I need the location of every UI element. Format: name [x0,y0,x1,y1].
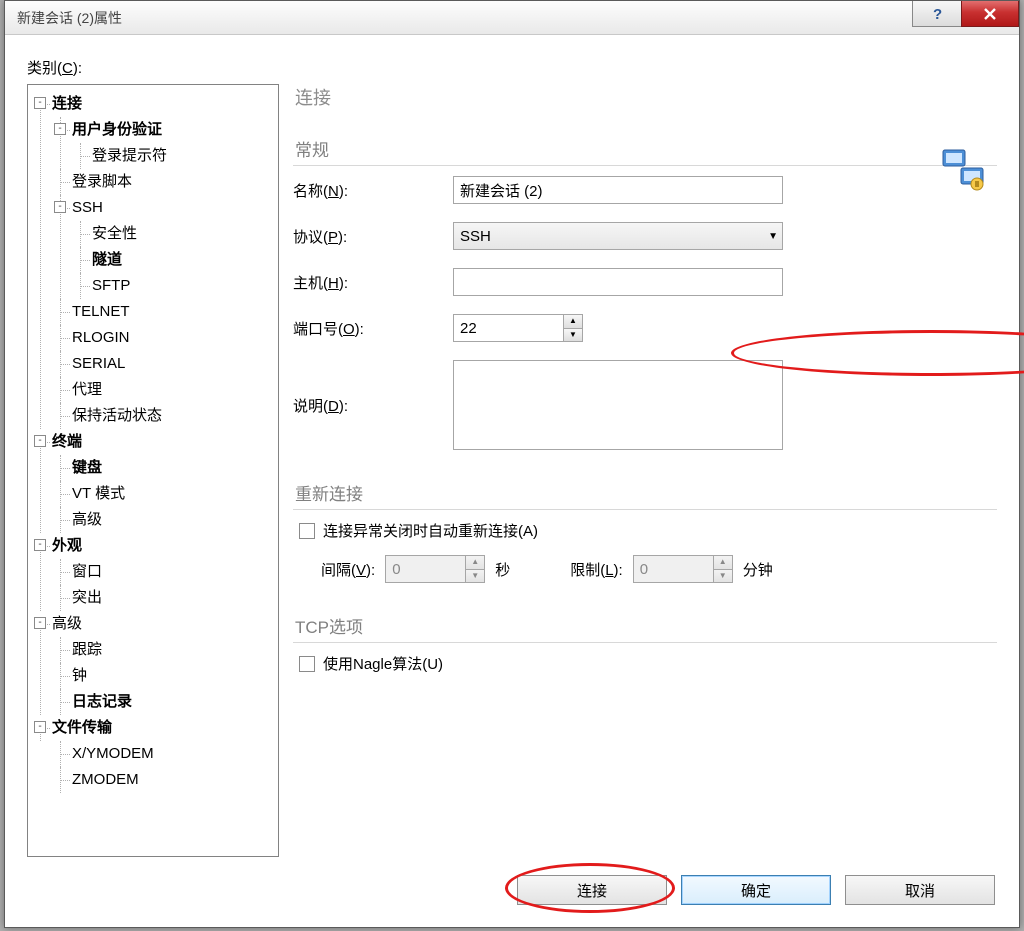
tree-item[interactable]: 终端 [52,433,82,450]
tree-expander-icon[interactable]: - [34,539,46,551]
limit-input [633,555,713,583]
tree-expander-icon[interactable]: - [34,435,46,447]
tree-item[interactable]: X/YMODEM [72,745,154,762]
tree-item[interactable]: TELNET [72,303,130,320]
unit-seconds: 秒 [495,559,510,580]
label-nagle: 使用Nagle算法(U) [323,653,443,674]
chevron-down-icon: ▼ [768,231,778,242]
tree-item[interactable]: 高级 [52,615,82,632]
label-description: 说明(D): [293,395,453,416]
dialog-buttons: 连接 确定 取消 [27,857,997,915]
tree-item[interactable]: VT 模式 [72,485,125,502]
description-textarea[interactable] [453,360,783,450]
cancel-button[interactable]: 取消 [845,875,995,905]
tree-item[interactable]: 代理 [72,381,102,398]
spin-down-icon: ▼ [465,569,485,583]
spin-up-icon: ▲ [713,555,733,569]
tree-item[interactable]: 钟 [72,667,87,684]
tree-item[interactable]: 跟踪 [72,641,102,658]
interval-input [385,555,465,583]
window-controls: ? [913,1,1019,27]
tree-item[interactable]: 外观 [52,537,82,554]
connect-button[interactable]: 连接 [517,875,667,905]
label-name: 名称(N): [293,180,453,201]
tree-item[interactable]: 登录提示符 [92,147,167,164]
help-button[interactable]: ? [912,1,962,27]
network-icon [941,148,989,196]
section-reconnect-title: 重新连接 [293,476,997,510]
tree-item[interactable]: SSH [72,199,103,216]
spin-up-icon: ▲ [465,555,485,569]
limit-spinner: ▲▼ [633,555,733,583]
label-host: 主机(H): [293,272,453,293]
tree-expander-icon[interactable]: - [54,201,66,213]
auto-reconnect-checkbox[interactable] [299,523,315,539]
ok-button[interactable]: 确定 [681,875,831,905]
port-spinner[interactable]: ▲▼ [453,314,583,342]
tree-expander-icon[interactable]: - [34,617,46,629]
tree-item[interactable]: 连接 [52,95,82,112]
tree-item[interactable]: 安全性 [92,225,137,242]
page-title: 连接 [293,84,997,116]
label-interval: 间隔(V): [321,559,375,580]
tree-item[interactable]: 窗口 [72,563,102,580]
svg-text:?: ? [933,7,942,21]
close-button[interactable] [961,1,1019,27]
dialog-window: 新建会话 (2)属性 ? 类别(C): -连接-用户身份验证登录提示符登录脚本-… [4,0,1020,928]
tree-item[interactable]: SFTP [92,277,130,294]
tree-item[interactable]: RLOGIN [72,329,130,346]
tree-item[interactable]: ZMODEM [72,771,139,788]
name-input[interactable]: 新建会话 (2) [453,176,783,204]
tree-item[interactable]: 保持活动状态 [72,407,162,424]
host-input[interactable] [453,268,783,296]
tree-item[interactable]: 键盘 [72,459,102,476]
group-tcp: TCP选项 使用Nagle算法(U) [293,609,997,674]
tree-item[interactable]: 登录脚本 [72,173,132,190]
tree-expander-icon[interactable]: - [34,721,46,733]
port-input[interactable] [453,314,563,342]
help-icon: ? [930,7,944,21]
tree-item[interactable]: 用户身份验证 [72,121,162,138]
category-label: 类别(C): [27,57,997,78]
label-auto-reconnect: 连接异常关闭时自动重新连接(A) [323,520,538,541]
protocol-select[interactable]: SSH▼ [453,222,783,250]
section-general-title: 常规 [293,132,997,166]
tree-item[interactable]: 突出 [72,589,102,606]
nagle-checkbox[interactable] [299,656,315,672]
spin-up-icon[interactable]: ▲ [563,314,583,328]
section-tcp-title: TCP选项 [293,609,997,643]
label-protocol: 协议(P): [293,226,453,247]
tree-item[interactable]: 日志记录 [72,693,132,710]
tree-expander-icon[interactable]: - [54,123,66,135]
group-reconnect: 重新连接 连接异常关闭时自动重新连接(A) 间隔(V): ▲▼ 秒 限制(L [293,476,997,583]
tree-item[interactable]: 隧道 [92,251,122,268]
dialog-content: 类别(C): -连接-用户身份验证登录提示符登录脚本-SSH安全性隧道SFTPT… [5,35,1019,927]
tree-item[interactable]: SERIAL [72,355,125,372]
tree-expander-icon[interactable]: - [34,97,46,109]
unit-minutes: 分钟 [743,559,773,580]
category-tree[interactable]: -连接-用户身份验证登录提示符登录脚本-SSH安全性隧道SFTPTELNETRL… [27,84,279,857]
settings-panel: 连接 常规 名称(N): 新建会话 (2) 协议(P): SSH▼ 主机(H):… [293,84,997,857]
label-port: 端口号(O): [293,318,453,339]
label-limit: 限制(L): [570,559,623,580]
close-icon [983,7,997,21]
spin-down-icon: ▼ [713,569,733,583]
group-general: 常规 名称(N): 新建会话 (2) 协议(P): SSH▼ 主机(H): 端口… [293,132,997,450]
spin-down-icon[interactable]: ▼ [563,328,583,342]
window-title: 新建会话 (2)属性 [17,8,122,28]
tree-item[interactable]: 文件传输 [52,719,112,736]
tree-item[interactable]: 高级 [72,511,102,528]
titlebar[interactable]: 新建会话 (2)属性 ? [5,1,1019,35]
interval-spinner: ▲▼ [385,555,485,583]
